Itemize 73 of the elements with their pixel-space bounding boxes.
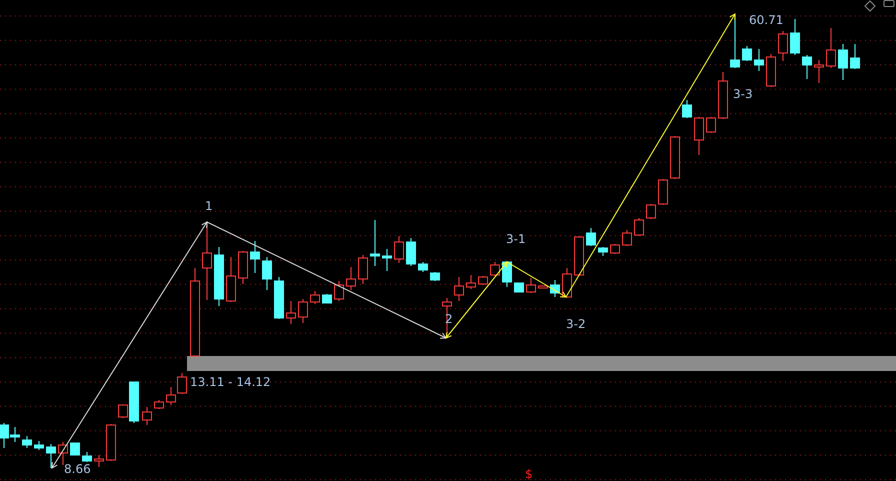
wave-label: 3-1 (506, 232, 526, 246)
candlestick (238, 250, 248, 284)
candlestick (718, 72, 728, 120)
wave-label: 1 (205, 199, 213, 213)
candlestick (466, 274, 476, 290)
candlestick (670, 136, 680, 180)
candlestick (34, 440, 44, 450)
candlestick (58, 442, 68, 466)
candlestick (418, 262, 428, 272)
candlestick (262, 256, 272, 290)
candlestick (850, 44, 860, 70)
candlestick (646, 204, 656, 220)
window-icon[interactable] (884, 0, 894, 7)
candlestick (514, 282, 524, 292)
wave-label: 3-3 (733, 87, 753, 101)
candlestick (22, 436, 32, 448)
candlestick (226, 256, 236, 302)
candlestick (394, 236, 404, 264)
candlestick (538, 286, 548, 288)
candlestick (286, 300, 296, 324)
diamond-icon[interactable] (864, 0, 876, 12)
zone-label: 13.11 - 14.12 (190, 375, 271, 389)
candlestick (622, 230, 632, 246)
candlestick (70, 442, 80, 456)
candlestick (634, 218, 644, 236)
candlestick (826, 28, 836, 68)
wave-label: 3-2 (566, 317, 586, 331)
candlestick (177, 372, 187, 394)
candlestick (142, 406, 152, 426)
candlestick (382, 248, 392, 272)
signal-marker: $ (525, 467, 533, 481)
candlestick (46, 444, 56, 468)
candlestick (574, 236, 584, 276)
candlestick (694, 116, 704, 156)
candlestick (154, 400, 164, 410)
price-label: 60.71 (749, 13, 784, 27)
candlestick (610, 244, 620, 254)
candlestick (790, 18, 800, 56)
candlestick (550, 280, 560, 298)
candlestick (526, 278, 536, 294)
candlestick (658, 178, 668, 206)
candlestick (766, 54, 776, 88)
candlestick (682, 100, 692, 118)
candlestick (346, 266, 356, 290)
price-label: 8.66 (64, 462, 91, 476)
candlestick (166, 386, 176, 406)
candlestick (454, 276, 464, 302)
candlestick (250, 240, 260, 274)
candlestick (370, 220, 380, 266)
candlestick (94, 454, 104, 468)
candlestick (598, 246, 608, 256)
candlestick (274, 276, 284, 320)
candlestick (706, 116, 716, 134)
candlestick (406, 238, 416, 266)
candlestick (430, 272, 440, 282)
candlestick (310, 290, 320, 304)
candlestick (754, 48, 764, 72)
candlestick (562, 268, 572, 298)
candlestick (838, 44, 848, 80)
candlestick (586, 228, 596, 246)
candlestick (742, 46, 752, 62)
candlestick (478, 276, 488, 286)
candlestick (322, 294, 332, 304)
candlestick (802, 54, 812, 80)
candlestick (814, 60, 824, 84)
candlestick (778, 30, 788, 62)
candlestick (358, 254, 368, 284)
candlestick (82, 452, 92, 462)
candlestick (214, 246, 224, 306)
candlestick (490, 262, 500, 276)
candlestick (298, 298, 308, 324)
candlestick (106, 424, 116, 462)
candlestick (334, 280, 344, 302)
